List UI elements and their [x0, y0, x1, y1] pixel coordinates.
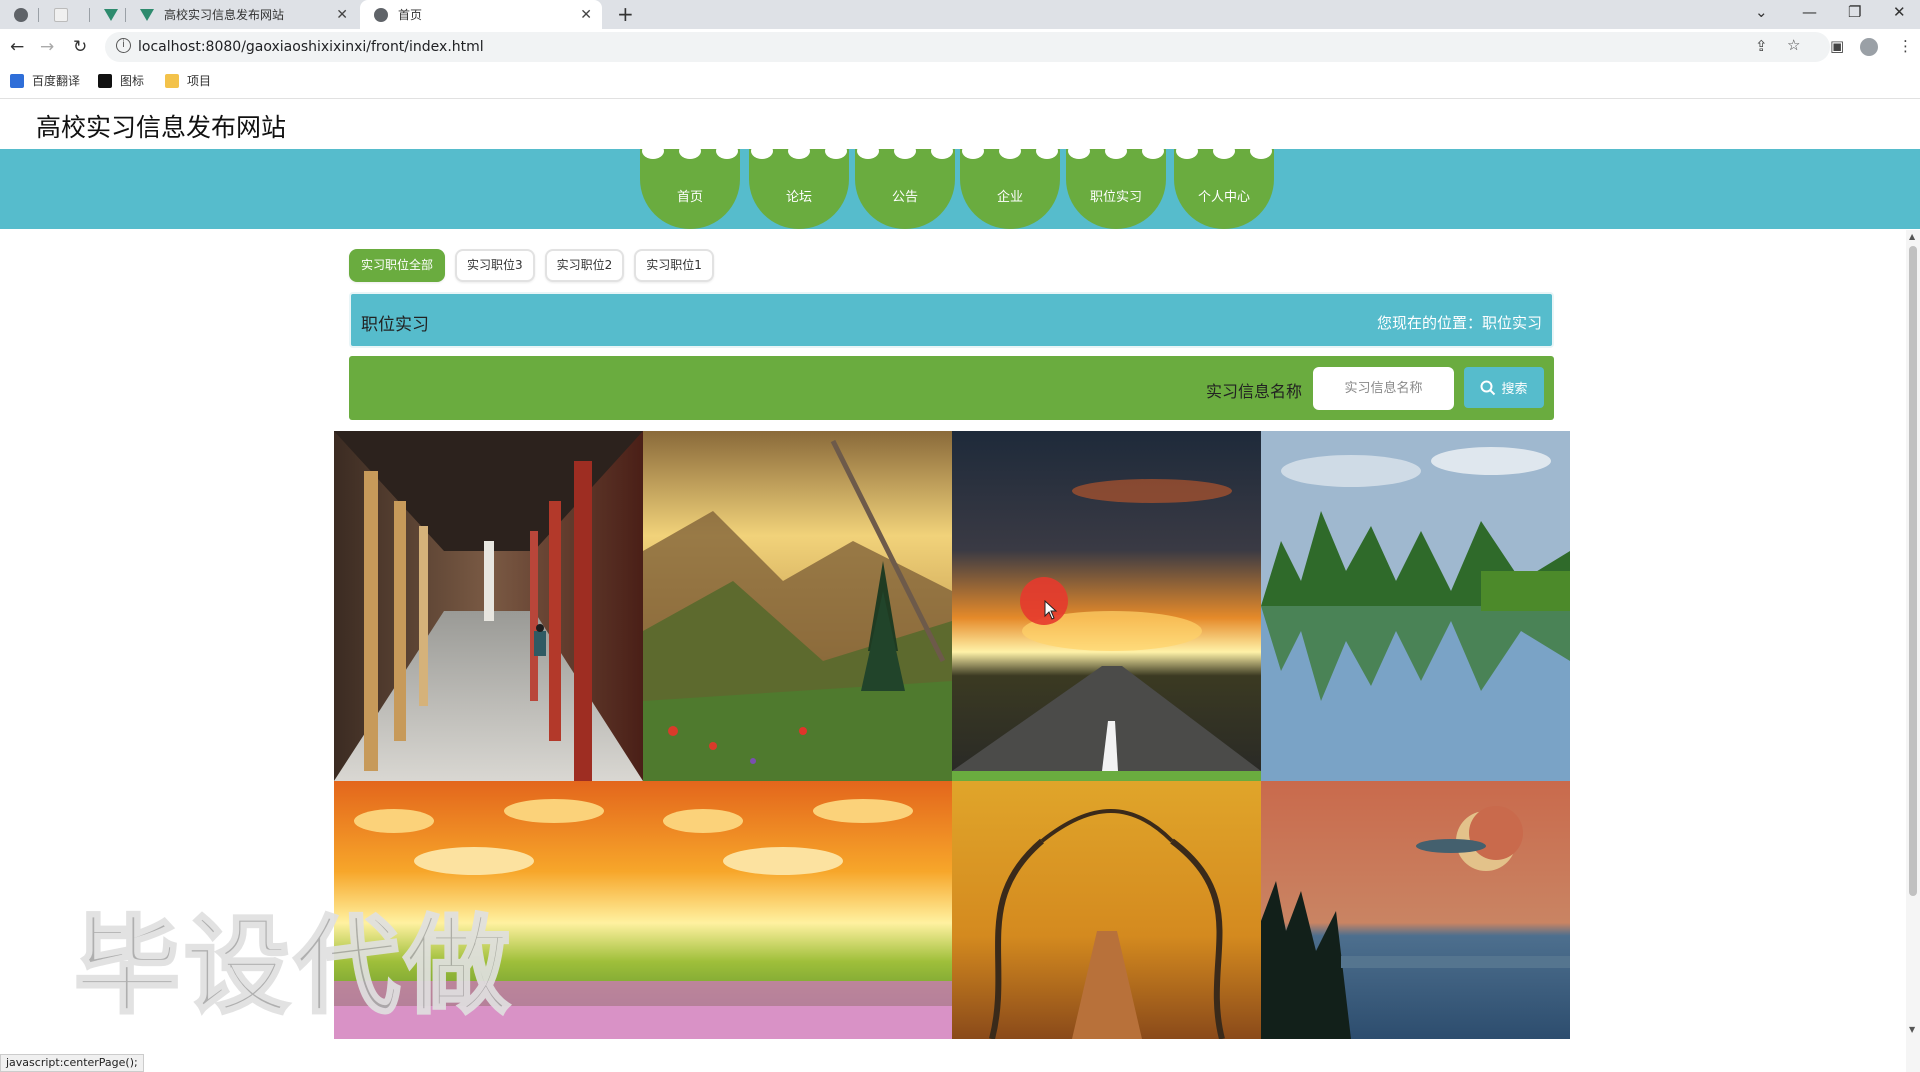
gallery-item-mountain-valley[interactable]: [643, 431, 952, 781]
reload-icon[interactable]: ↻: [73, 37, 87, 57]
category-button[interactable]: 实习职位1: [634, 249, 714, 282]
nav-label: 论坛: [785, 190, 812, 205]
close-window-icon[interactable]: ✕: [1893, 3, 1906, 21]
scroll-up-icon[interactable]: ▲: [1909, 232, 1915, 241]
close-tab-icon[interactable]: ✕: [580, 7, 592, 23]
bookmark-item[interactable]: 百度翻译: [10, 72, 80, 89]
current-location: 您现在的位置：职位实习: [1376, 314, 1542, 332]
gallery-item-sunrise-meadow[interactable]: [643, 781, 952, 1039]
globe-icon: [14, 7, 28, 22]
search-icon: [1480, 380, 1496, 395]
bookmark-label: 图标: [120, 74, 145, 88]
browser-tab[interactable]: [40, 0, 88, 29]
gallery-item-sunset-road[interactable]: [952, 431, 1261, 771]
restore-icon[interactable]: ❐: [1848, 3, 1861, 21]
gallery-item-moon-lake[interactable]: [1261, 781, 1570, 1039]
bookmark-star-icon[interactable]: ☆: [1787, 36, 1800, 54]
browser-tab[interactable]: [0, 0, 36, 29]
browser-tab-active[interactable]: 首页 ✕: [360, 0, 602, 29]
nav-label: 公告: [891, 190, 918, 205]
category-filter: 实习职位全部 实习职位3 实习职位2 实习职位1: [349, 249, 714, 282]
profile-avatar-icon[interactable]: [1860, 38, 1878, 56]
nav-label: 首页: [676, 190, 703, 205]
search-bar: 实习信息名称 搜索: [349, 356, 1554, 420]
page-scrollbar[interactable]: ▲ ▼: [1906, 230, 1920, 1072]
search-input[interactable]: [1313, 367, 1454, 410]
back-icon[interactable]: ←: [10, 37, 24, 57]
tab-title: 首页: [398, 8, 423, 22]
site-title: 高校实习信息发布网站: [36, 113, 287, 142]
breadcrumb: 职位实习 您现在的位置：职位实习: [349, 292, 1554, 348]
side-panel-icon[interactable]: ▣: [1830, 37, 1844, 55]
category-button[interactable]: 实习职位3: [455, 249, 535, 282]
tab-title: 高校实习信息发布网站: [164, 8, 285, 22]
gallery-item-corridor[interactable]: [334, 431, 643, 781]
address-bar[interactable]: i localhost:8080/gaoxiaoshixixinxi/front…: [105, 32, 1830, 62]
new-tab-button[interactable]: +: [617, 2, 634, 26]
forward-icon[interactable]: →: [40, 37, 54, 57]
nav-label: 职位实习: [1089, 190, 1142, 205]
browser-tab-strip: 高校实习信息发布网站 ✕ 首页 ✕ + ⌄ — ❐ ✕: [0, 0, 1920, 29]
nav-label: 个人中心: [1197, 190, 1250, 205]
menu-kebab-icon[interactable]: ⋮: [1898, 37, 1913, 55]
bookmark-item[interactable]: 项目: [165, 72, 211, 89]
close-tab-icon[interactable]: ✕: [336, 7, 348, 23]
watermark: 毕设代做: [73, 904, 514, 1030]
globe-icon: [374, 7, 388, 22]
minimize-icon[interactable]: —: [1802, 3, 1817, 21]
search-label: 实习信息名称: [1206, 382, 1303, 401]
category-button[interactable]: 实习职位2: [544, 249, 625, 282]
internship-gallery: [334, 431, 1570, 1039]
bookmark-label: 百度翻译: [32, 74, 81, 88]
gallery-item-divider: [952, 771, 1261, 781]
link-status-text: javascript:centerPage();: [0, 1054, 144, 1072]
tab-search-icon[interactable]: ⌄: [1755, 3, 1768, 21]
bookmark-label: 项目: [187, 74, 212, 88]
search-button[interactable]: 搜索: [1464, 367, 1544, 408]
translate-icon: [10, 73, 24, 88]
browser-toolbar: ← → ↻ i localhost:8080/gaoxiaoshixixinxi…: [0, 29, 1920, 65]
image-icon: [98, 73, 112, 88]
folder-icon: [165, 73, 179, 88]
vue-logo-icon: [140, 8, 154, 21]
nav-label: 企业: [996, 190, 1023, 205]
site-info-icon[interactable]: i: [116, 38, 131, 53]
url-text: localhost:8080/gaoxiaoshixixinxi/front/i…: [138, 39, 484, 55]
browser-tab[interactable]: 高校实习信息发布网站 ✕: [126, 0, 358, 29]
category-all-button[interactable]: 实习职位全部: [349, 249, 446, 282]
gallery-item-autumn-trees[interactable]: [952, 781, 1261, 1039]
mouse-pointer-icon: [1044, 600, 1058, 620]
scroll-down-icon[interactable]: ▼: [1909, 1025, 1915, 1034]
gallery-item-karst-lake[interactable]: [1261, 431, 1570, 781]
vue-logo-icon: [104, 8, 118, 21]
bookmarks-bar: 百度翻译 图标 项目: [0, 65, 1920, 99]
scroll-thumb[interactable]: [1909, 246, 1917, 896]
bookmark-item[interactable]: 图标: [98, 72, 144, 89]
share-icon[interactable]: ⇪: [1755, 37, 1768, 55]
blank-page-icon: [54, 7, 68, 22]
browser-tab[interactable]: [90, 0, 126, 29]
search-button-label: 搜索: [1501, 382, 1528, 397]
page-title: 职位实习: [361, 315, 429, 335]
